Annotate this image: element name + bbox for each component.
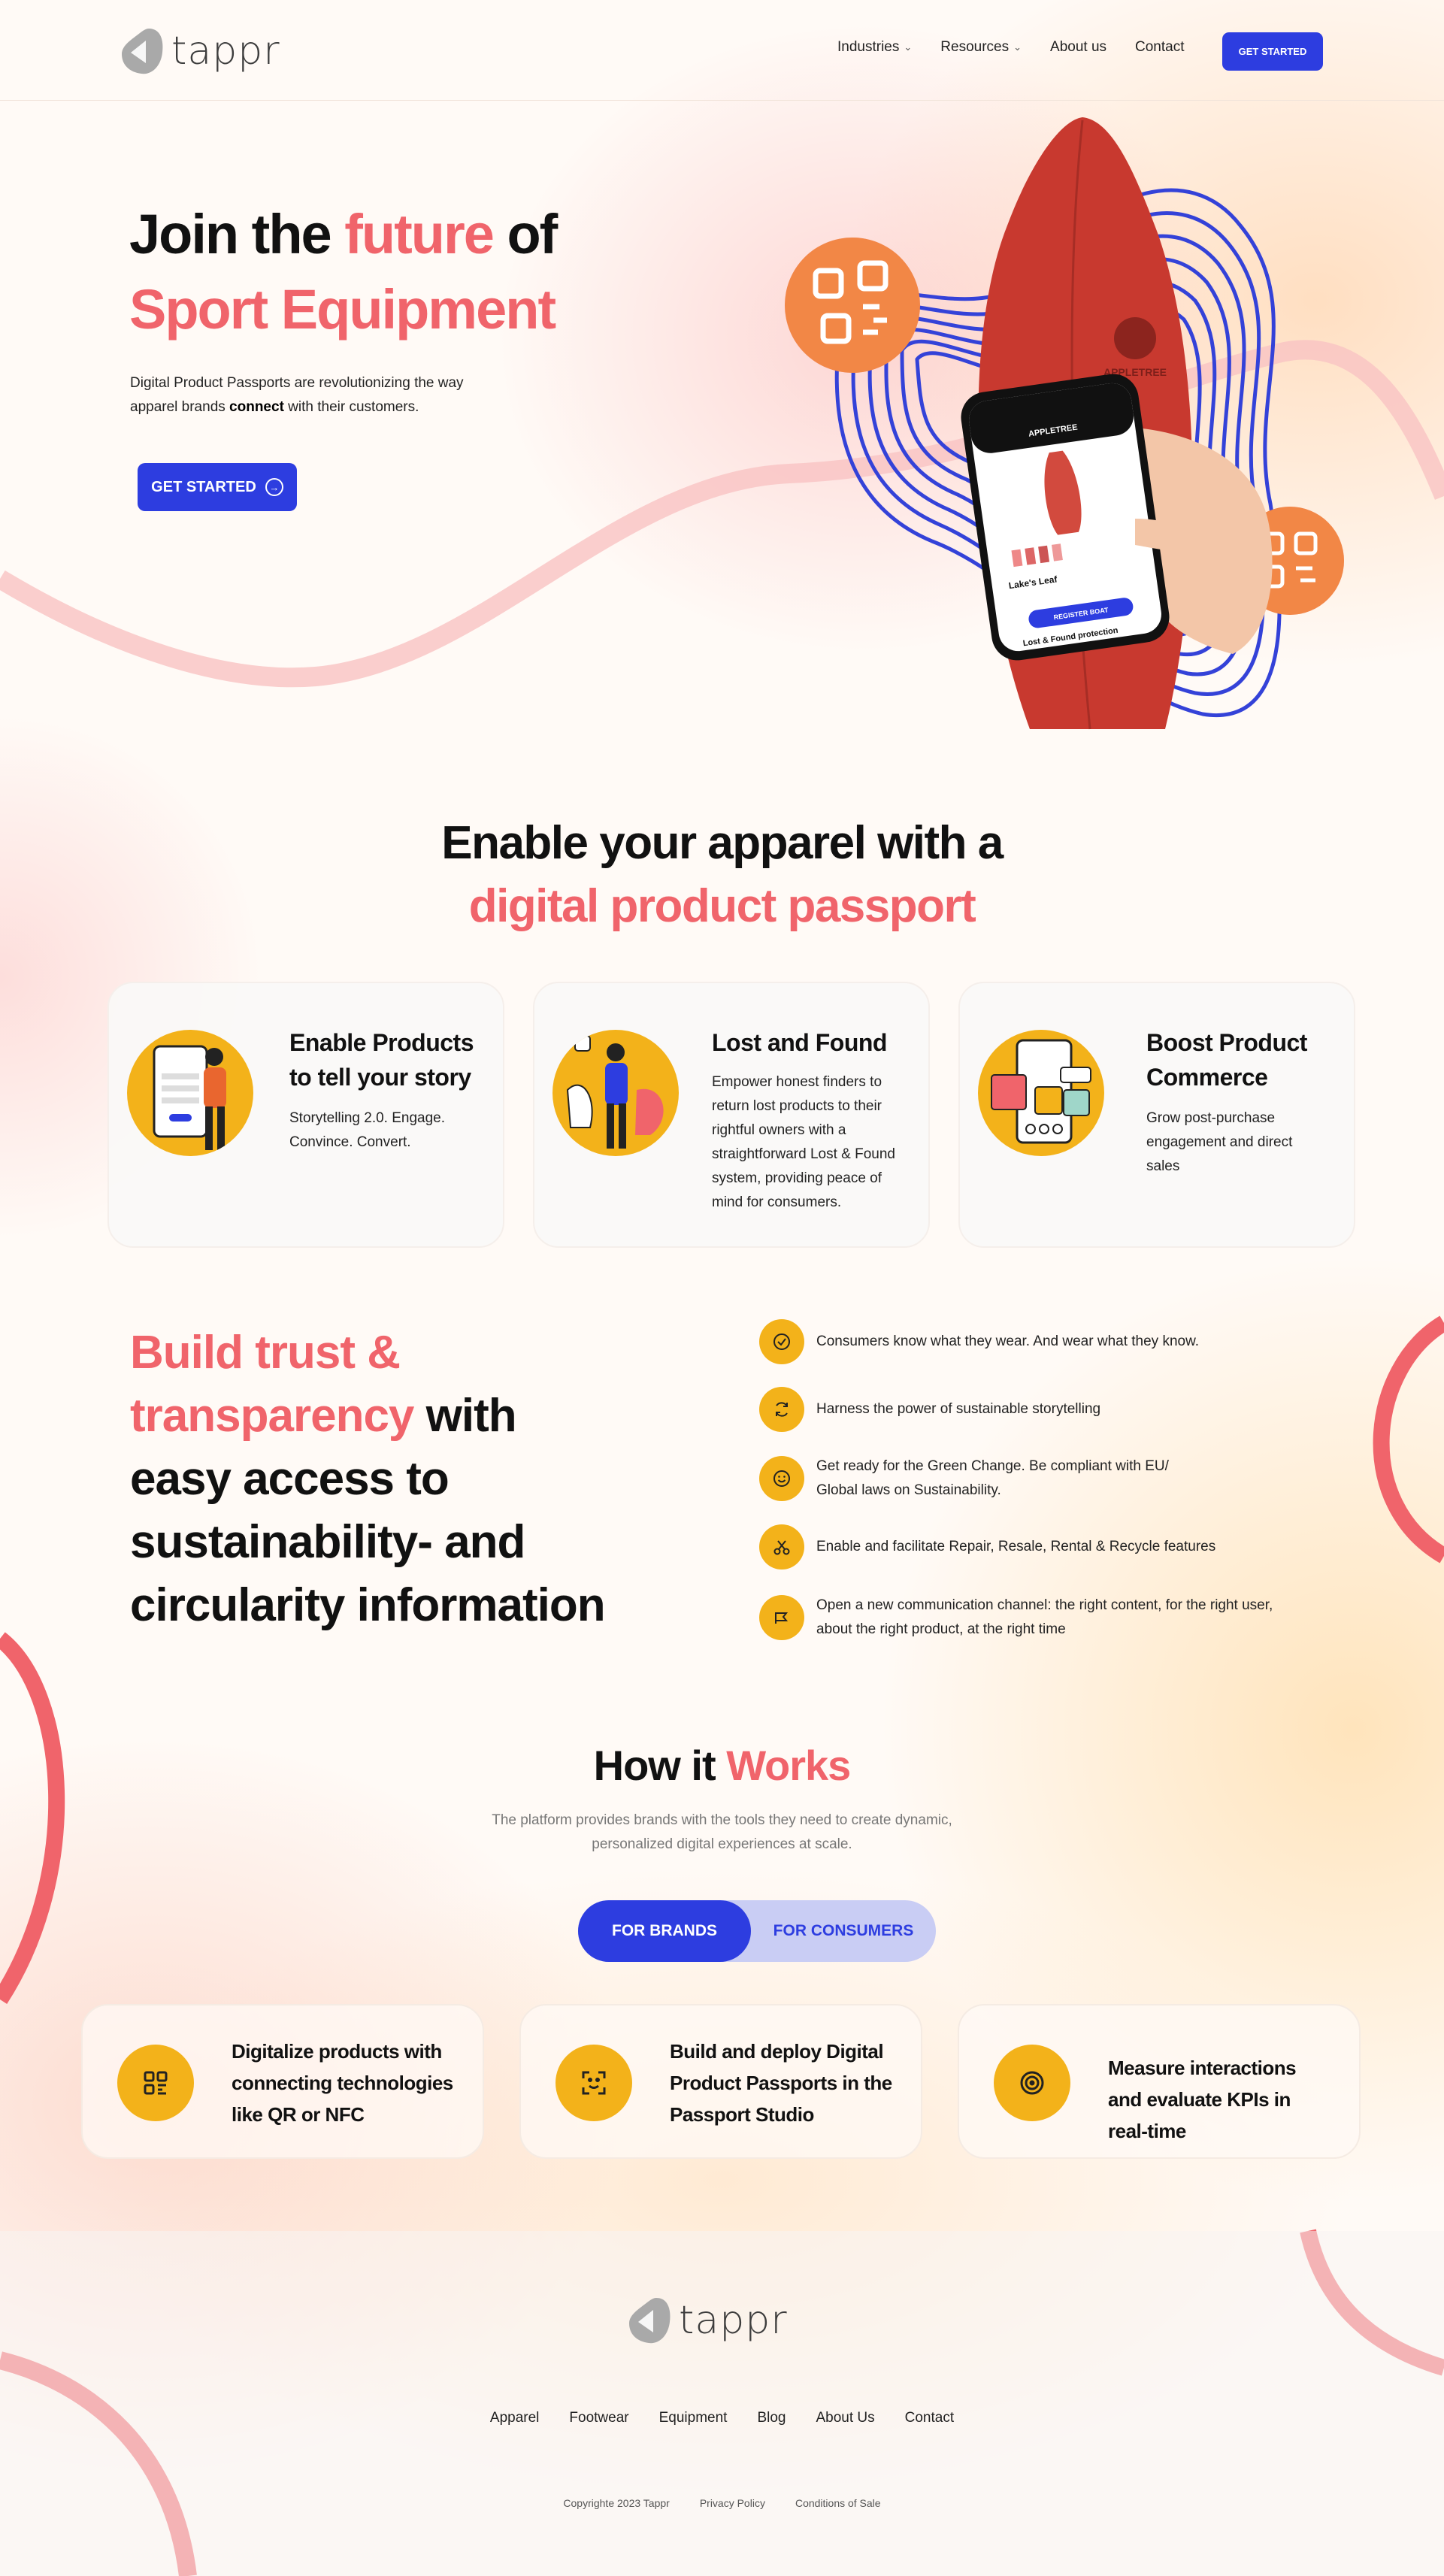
feature-card-lost-and-found: Lost and Found Empower honest finders to… [533,982,930,1248]
commerce-illustration [978,1030,1104,1156]
menu-resources[interactable]: Resources ⌄ [940,39,1022,56]
trust-feature-text: Enable and facilitate Repair, Resale, Re… [816,1539,1216,1554]
menu-industries[interactable]: Industries ⌄ [837,39,912,56]
how-title-text: How it [593,1742,727,1789]
how-it-works-subtitle: The platform provides brands with the to… [0,1809,1444,1857]
footer-link-blog[interactable]: Blog [757,2410,786,2426]
chevron-down-icon: ⌄ [904,41,913,53]
smile-icon [759,1456,804,1501]
lost-and-found-illustration [552,1030,679,1156]
check-circle-icon [759,1319,804,1364]
scissors-icon [759,1524,804,1570]
menu-industries-label: Industries [837,39,900,55]
target-icon [994,2045,1070,2121]
footer [0,2231,1444,2576]
trust-feature-text: Consumers know what they wear. And wear … [816,1333,1200,1349]
enable-section-title: Enable your apparel with a digital produ… [0,812,1444,938]
megaphone-icon [759,1595,804,1640]
how-card: Measure interactions and evaluate KPIs i… [958,2004,1361,2159]
main-menu: Industries ⌄ Resources ⌄ About us Contac… [837,39,1185,56]
hero-subtitle-part: with their customers. [283,399,419,415]
trust-section-title: Build trust & transparency with easy acc… [130,1321,611,1637]
hero-cta-label: GET STARTED [151,478,256,495]
card-title: Lost and Found [712,1029,887,1056]
top-navigation: tappr Industries ⌄ Resources ⌄ About us … [0,0,1444,101]
hero-illustration: APPLETREE APPLETREE Lake's Leaf REGISTER… [785,117,1344,730]
qr-code-icon [117,2045,194,2121]
feature-card-storytelling: Enable Products to tell your story Story… [107,982,504,1248]
how-card: Digitalize products with connecting tech… [81,2004,484,2159]
menu-about-us[interactable]: About us [1050,39,1106,56]
card-title: Enable Products to tell your story [289,1029,474,1091]
how-title-accent: Works [726,1742,851,1789]
footer-link-equipment[interactable]: Equipment [659,2410,728,2426]
footer-link-apparel[interactable]: Apparel [490,2410,540,2426]
trust-feature-item: Get ready for the Green Change. Be compl… [759,1454,1177,1503]
how-card-text: Measure interactions and evaluate KPIs i… [1108,2057,1297,2142]
how-card: Build and deploy Digital Product Passpor… [519,2004,922,2159]
hero-subtitle: Digital Product Passports are revolution… [130,371,506,419]
chevron-down-icon: ⌄ [1013,41,1022,53]
footer-legal: Copyrighte 2023 Tappr Privacy Policy Con… [0,2497,1444,2509]
arrow-right-circle-icon: → [265,478,283,496]
qr-badge-large [785,238,920,373]
footer-link-about-us[interactable]: About Us [816,2410,874,2426]
board-logo-icon [1114,317,1156,359]
menu-about-label: About us [1050,39,1107,55]
trust-feature-item: Enable and facilitate Repair, Resale, Re… [759,1524,1282,1570]
how-card-text: Build and deploy Digital Product Passpor… [670,2040,892,2126]
card-body: Grow post-purchase engagement and direct… [1146,1110,1293,1174]
enable-title-accent: digital product passport [468,880,976,932]
conditions-of-sale-link[interactable]: Conditions of Sale [795,2497,881,2509]
enable-title-text: Enable your apparel with a [441,817,1004,869]
card-body: Empower honest finders to return lost pr… [712,1074,895,1210]
trust-title-accent: Build trust & transparency [130,1327,414,1442]
trust-feature-item: Consumers know what they wear. And wear … [759,1319,1282,1364]
trust-feature-text: Open a new communication channel: the ri… [816,1597,1273,1637]
menu-resources-label: Resources [940,39,1010,55]
logo[interactable]: tappr [119,26,280,77]
footer-logo-text: tappr [679,2298,788,2343]
card-body: Storytelling 2.0. Engage. Convince. Conv… [289,1110,446,1150]
toggle-for-consumers[interactable]: FOR CONSUMERS [751,1900,936,1962]
trust-feature-item: Harness the power of sustainable storyte… [759,1387,1282,1432]
toggle-for-brands[interactable]: FOR BRANDS [578,1900,751,1962]
privacy-policy-link[interactable]: Privacy Policy [700,2497,765,2509]
how-it-works-title: How it Works [0,1741,1444,1790]
menu-contact[interactable]: Contact [1135,39,1184,56]
feature-card-commerce: Boost Product Commerce Grow post-purchas… [958,982,1355,1248]
hero-subtitle-bold: connect [229,399,284,415]
hero-title-part: of [492,203,558,265]
footer-logo[interactable]: tappr [626,2295,788,2346]
menu-contact-label: Contact [1135,39,1185,55]
how-subtitle-text: The platform provides brands with the to… [492,1812,952,1852]
footer-link-contact[interactable]: Contact [905,2410,954,2426]
nav-get-started-button[interactable]: GET STARTED [1222,32,1323,71]
copyright-text: Copyrighte 2023 Tappr [563,2497,670,2509]
audience-toggle: FOR BRANDS FOR CONSUMERS [578,1900,936,1962]
hero-title-accent: Sport Equipment [129,278,556,341]
phone-mockup: APPLETREE Lake's Leaf REGISTER BOAT Lost… [961,374,1170,661]
hero-title-part: Join the [129,203,345,265]
scan-icon [556,2045,632,2121]
footer-links: Apparel Footwear Equipment Blog About Us… [0,2410,1444,2426]
logo-text: tappr [171,29,280,74]
trust-feature-item: Open a new communication channel: the ri… [759,1594,1282,1642]
hero-title: Join the future of Sport Equipment [129,197,558,347]
trust-feature-text: Harness the power of sustainable storyte… [816,1401,1101,1417]
tappr-logo-icon [629,2298,671,2344]
footer-link-footwear[interactable]: Footwear [569,2410,628,2426]
tappr-logo-icon [122,29,163,74]
how-card-text: Digitalize products with connecting tech… [232,2040,453,2126]
refresh-icon [759,1387,804,1432]
hero-get-started-button[interactable]: GET STARTED → [138,463,297,511]
hero-title-accent: future [344,203,495,265]
trust-feature-text: Get ready for the Green Change. Be compl… [816,1458,1169,1498]
card-title: Boost Product Commerce [1146,1029,1307,1091]
storytelling-illustration [127,1030,253,1156]
